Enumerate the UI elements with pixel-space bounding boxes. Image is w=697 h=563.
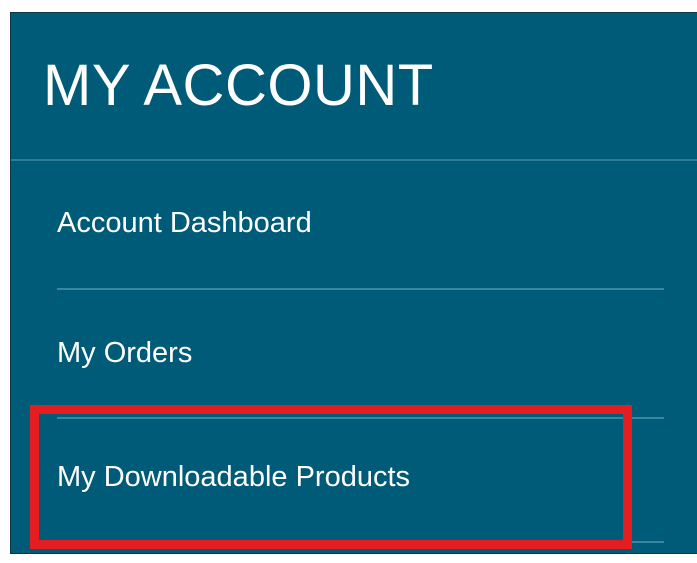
- title-divider: [11, 159, 697, 161]
- account-title: MY ACCOUNT: [43, 53, 434, 118]
- screenshot-frame: MY ACCOUNT Account Dashboard My Orders M…: [0, 0, 697, 563]
- nav-label-my-orders: My Orders: [57, 336, 193, 369]
- nav-my-orders[interactable]: My Orders: [11, 323, 697, 383]
- nav-my-downloadable-products[interactable]: My Downloadable Products: [11, 447, 697, 507]
- nav-label-my-downloadable-products: My Downloadable Products: [57, 460, 411, 493]
- nav-label-account-dashboard: Account Dashboard: [57, 206, 312, 239]
- account-sidebar: MY ACCOUNT Account Dashboard My Orders M…: [10, 12, 697, 554]
- nav-account-dashboard[interactable]: Account Dashboard: [11, 193, 697, 253]
- nav-divider: [57, 417, 664, 419]
- nav-divider: [57, 541, 664, 543]
- nav-divider: [57, 288, 664, 290]
